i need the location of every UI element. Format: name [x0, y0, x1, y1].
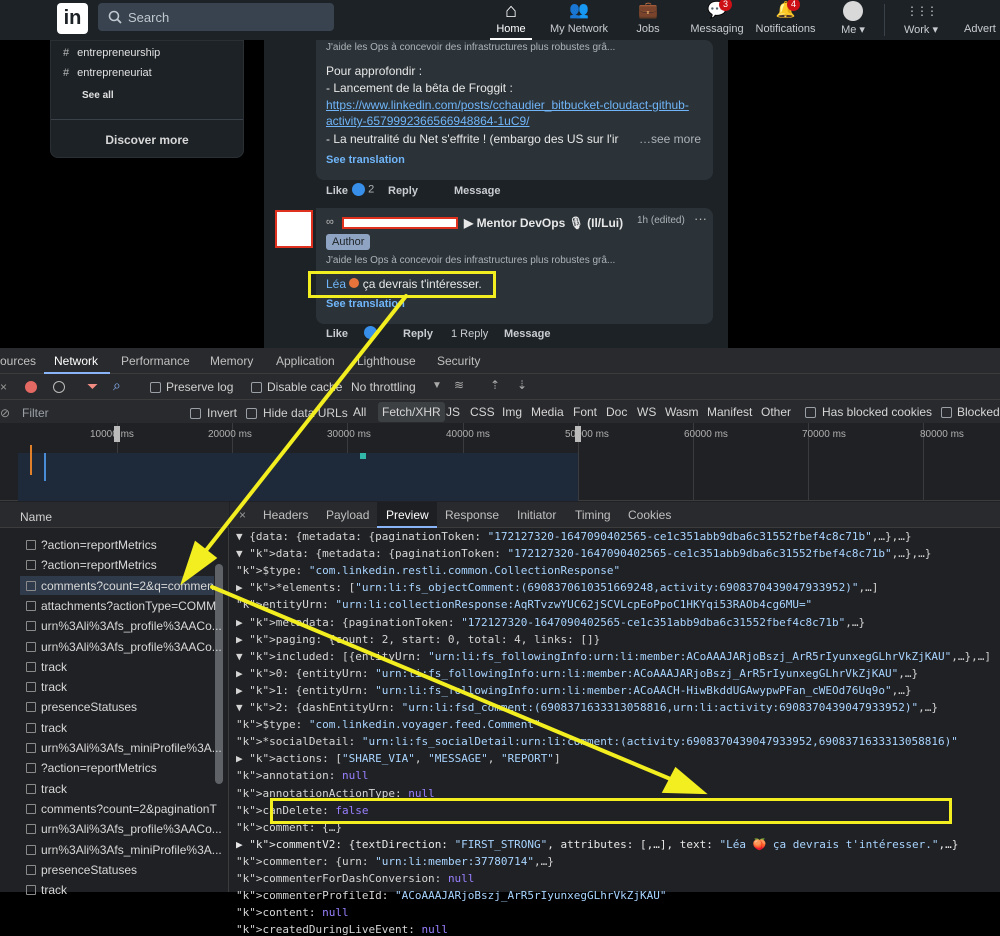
json-line: "k">createdDuringLiveEvent: null [236, 923, 448, 936]
arrowhead-commentv2 [661, 766, 708, 795]
arrowhead-request [180, 540, 218, 586]
annotation-arrows [180, 294, 708, 795]
json-line: "k">content: null [236, 906, 349, 920]
arrow-to-commentv2 [210, 585, 682, 785]
arrow-to-request [198, 294, 408, 560]
